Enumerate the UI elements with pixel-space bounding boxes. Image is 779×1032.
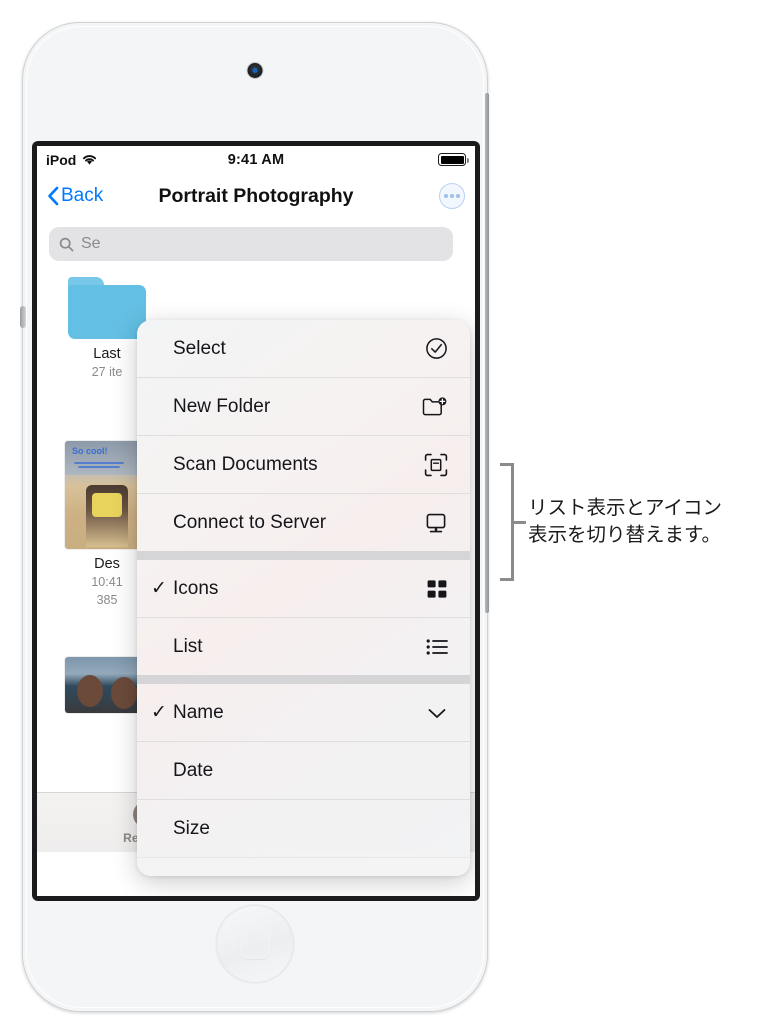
screen-bezel: iPod 9:41 AM Back Portrait Photography S…: [32, 141, 480, 901]
folder-icon: [68, 277, 146, 339]
chevron-down-icon: [418, 706, 448, 720]
chevron-left-icon: [48, 186, 59, 206]
home-button[interactable]: [216, 905, 294, 983]
menu-item-label: Connect to Server: [173, 511, 327, 533]
monitor-icon: [418, 511, 448, 535]
more-options-button[interactable]: [439, 183, 465, 209]
ipod-touch-device: iPod 9:41 AM Back Portrait Photography S…: [20, 22, 489, 1012]
menu-item-label: Icons: [173, 577, 219, 599]
menu-group-separator: [137, 551, 470, 560]
search-input-text: Se: [81, 235, 101, 252]
scan-document-icon: [418, 453, 448, 477]
menu-group-separator: [137, 675, 470, 684]
screenshot-root: iPod 9:41 AM Back Portrait Photography S…: [0, 0, 779, 1032]
callout-text: リスト表示とアイコン 表示を切り替えます。: [528, 496, 723, 546]
back-button-label: Back: [61, 185, 104, 206]
scribble-icon: [74, 462, 124, 468]
menu-item-label: Size: [173, 817, 210, 839]
folder-plus-icon: [418, 396, 448, 418]
menu-item-icons[interactable]: ✓ Icons: [137, 560, 470, 617]
list-bullet-icon: [418, 638, 448, 656]
callout-annotation: リスト表示とアイコン 表示を切り替えます。: [492, 463, 722, 581]
status-bar: iPod 9:41 AM: [37, 146, 475, 173]
menu-item-label: Kind: [173, 876, 418, 877]
file-browser-content: Se Last 27 ite So cool! Des 10:41 385 Se…: [37, 219, 475, 876]
menu-check: ✓: [151, 702, 167, 723]
ellipsis-dot: [456, 194, 460, 198]
menu-item-label: Date: [173, 759, 214, 781]
front-camera: [247, 63, 263, 78]
menu-item-label: Name: [173, 701, 224, 723]
menu-item-new-folder[interactable]: New Folder: [137, 378, 470, 435]
device-side-button[interactable]: [20, 306, 26, 328]
search-input[interactable]: Se: [49, 227, 453, 261]
menu-item-scan-documents[interactable]: Scan Documents: [137, 436, 470, 493]
grid-icon: [418, 578, 448, 600]
menu-item-connect-to-server[interactable]: Connect to Server: [137, 494, 470, 551]
home-button-square: [240, 929, 270, 959]
photo-annotation: So cool!: [72, 446, 108, 456]
menu-item-list[interactable]: List: [137, 618, 470, 675]
menu-item-label: New Folder: [173, 395, 271, 417]
callout-bracket: [492, 463, 526, 581]
status-bar-time: 9:41 AM: [227, 151, 285, 168]
menu-item-name[interactable]: ✓ Name: [137, 684, 470, 741]
menu-item-kind[interactable]: Kind: [137, 858, 470, 877]
menu-item-date[interactable]: Date: [137, 742, 470, 799]
ellipsis-dot: [450, 194, 454, 198]
menu-check: ✓: [151, 578, 167, 599]
back-button[interactable]: Back: [47, 185, 103, 207]
action-menu: Select New Folder Scan Documents Connect…: [137, 320, 470, 876]
search-icon: [59, 237, 74, 251]
menu-item-label: Select: [173, 337, 226, 359]
screen: iPod 9:41 AM Back Portrait Photography S…: [37, 146, 475, 896]
checkmark-circle-icon: [418, 337, 448, 360]
menu-item-size[interactable]: Size: [137, 800, 470, 857]
navigation-bar: Back Portrait Photography: [37, 173, 475, 219]
ellipsis-dot: [444, 194, 448, 198]
menu-item-select[interactable]: Select: [137, 320, 470, 377]
battery-icon: [438, 153, 469, 166]
device-right-edge: [485, 93, 489, 613]
menu-item-label: List: [173, 635, 203, 657]
status-bar-right: [438, 153, 469, 166]
menu-item-label: Scan Documents: [173, 453, 318, 475]
